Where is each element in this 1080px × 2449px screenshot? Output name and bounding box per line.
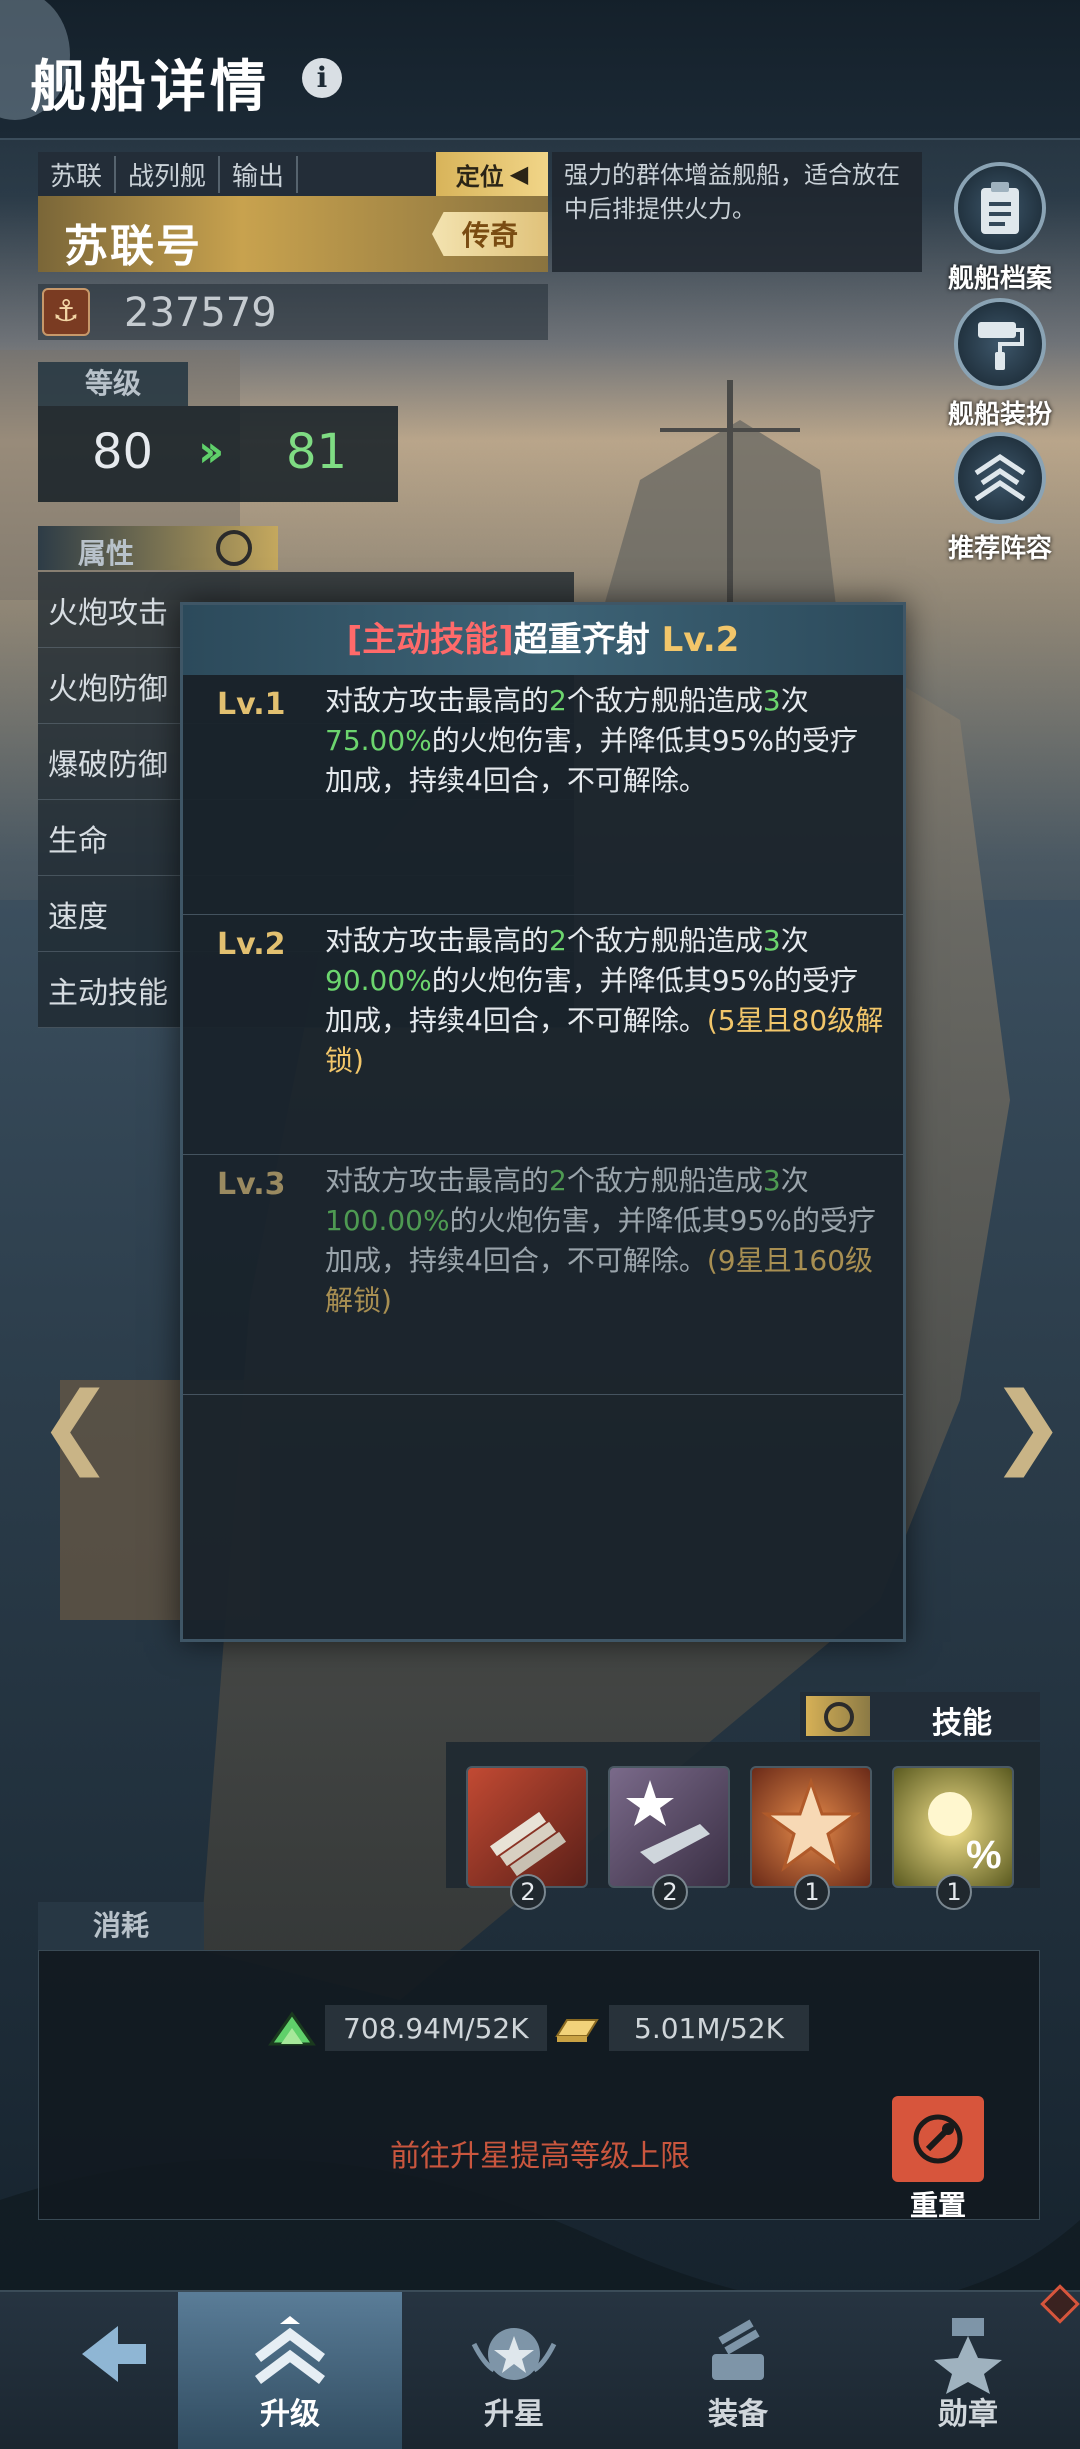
svg-text:%: % <box>966 1833 1002 1877</box>
turret-icon <box>712 2319 764 2380</box>
skill-count: 1 <box>936 1874 972 1910</box>
skill-count: 2 <box>510 1874 546 1910</box>
double-chevron-right-icon: ›› <box>198 426 224 477</box>
paint-roller-icon <box>954 298 1046 390</box>
page-title: 舰船详情 <box>30 55 270 120</box>
locate-label: 定位 <box>455 162 504 191</box>
power-value: 237579 <box>124 290 277 336</box>
level-label: Lv.2 <box>217 927 286 962</box>
class-tag: 战列舰 <box>116 155 221 193</box>
reset-button[interactable]: 重置 <box>878 2096 998 2224</box>
fleet-icon <box>954 432 1046 524</box>
level-description: 对敌方攻击最高的2个敌方舰船造成3次90.00%的火炮伤害，并降低其95%的受疗… <box>325 924 884 1077</box>
skill-slot-battleship-star[interactable]: 2 <box>608 1766 730 1910</box>
header-bar: 舰船详情 i <box>0 0 1080 140</box>
nav-star-up-label: 升星 <box>484 2397 544 2432</box>
ship-archive-button[interactable]: 舰船档案 <box>940 162 1060 295</box>
skill-slot-artillery[interactable]: 2 <box>466 1766 588 1910</box>
back-arrow-icon <box>82 2326 146 2382</box>
skills-header: 技能 <box>800 1692 1040 1741</box>
skills-box: 2 2 1 % 1 <box>446 1742 1040 1910</box>
level-next: 81 <box>286 424 348 480</box>
star-burst-icon <box>761 1777 861 1872</box>
recommended-lineup-button[interactable]: 推荐阵容 <box>940 432 1060 565</box>
nav-medal[interactable]: 勋章 <box>856 2292 1080 2449</box>
gold-cost-value: 5.01M/52K <box>609 2005 809 2051</box>
gold-bar-icon <box>555 2019 599 2042</box>
star-wings-icon <box>471 2328 557 2380</box>
nav-equipment[interactable]: 装备 <box>626 2292 850 2449</box>
nav-upgrade[interactable]: 升级 <box>178 2292 402 2449</box>
consumption-label: 消耗 <box>38 1902 204 1950</box>
artillery-icon <box>489 1811 567 1877</box>
level-description: 对敌方攻击最高的2个敌方舰船造成3次75.00%的火炮伤害，并降低其95%的受疗… <box>325 684 859 797</box>
bottom-nav: 升级 升星 装备 勋章 <box>0 2290 1080 2449</box>
ship-description: 强力的群体增益舰船，适合放在中后排提供火力。 <box>552 152 922 272</box>
level-description: 对敌方攻击最高的2个敌方舰船造成3次100.00%的火炮伤害，并降低其95%的受… <box>325 1164 876 1317</box>
info-icon[interactable]: i <box>302 58 342 98</box>
exp-arrow-icon <box>268 2011 316 2046</box>
battleship-star-icon <box>626 1780 710 1864</box>
level-current: 80 <box>92 424 154 480</box>
recommended-lineup-label: 推荐阵容 <box>947 534 1052 564</box>
gold-cost: 5.01M/52K <box>551 2003 809 2053</box>
nav-medal-label: 勋章 <box>938 2397 998 2432</box>
skill-slot-star-burst[interactable]: 1 <box>750 1766 872 1910</box>
level-label: Lv.1 <box>217 687 286 722</box>
popup-title: [主动技能]超重齐射 Lv.2 <box>183 605 903 675</box>
skill-level-3: Lv.3 对敌方攻击最高的2个敌方舰船造成3次100.00%的火炮伤害，并降低其… <box>183 1155 903 1395</box>
skill-count: 1 <box>794 1874 830 1910</box>
skill-count: 2 <box>652 1874 688 1910</box>
skills-label: 技能 <box>932 1706 992 1741</box>
skill-name: 超重齐射 <box>513 620 650 660</box>
ship-skin-button[interactable]: 舰船装扮 <box>940 298 1060 431</box>
anchor-icon: ⚓ <box>42 288 90 336</box>
ship-archive-label: 舰船档案 <box>947 264 1052 294</box>
ship-skin-label: 舰船装扮 <box>947 400 1052 430</box>
attributes-header: 属性 <box>38 526 278 570</box>
power-row: ⚓ 237579 <box>38 284 548 340</box>
search-icon[interactable] <box>216 530 252 566</box>
level-box: 80 ›› 81 <box>38 406 398 502</box>
caret-left-icon: ◀ <box>509 160 529 188</box>
nav-equipment-label: 装备 <box>708 2397 768 2432</box>
next-ship-arrow-icon[interactable]: ❯ <box>990 1376 1065 1476</box>
skill-detail-popup: [主动技能]超重齐射 Lv.2 Lv.1 对敌方攻击最高的2个敌方舰船造成3次7… <box>180 602 906 1642</box>
percent-burst-icon: % <box>928 1792 1002 1877</box>
skill-level-1: Lv.1 对敌方攻击最高的2个敌方舰船造成3次75.00%的火炮伤害，并降低其9… <box>183 675 903 915</box>
clipboard-icon <box>954 162 1046 254</box>
reset-label: 重置 <box>909 2189 966 2222</box>
medal-icon <box>934 2318 1002 2394</box>
wrench-reset-icon <box>892 2096 984 2182</box>
skill-level-2: Lv.2 对敌方攻击最高的2个敌方舰船造成3次90.00%的火炮伤害，并降低其9… <box>183 915 903 1155</box>
previous-ship-arrow-icon[interactable]: ❮ <box>38 1376 113 1476</box>
attributes-label: 属性 <box>78 537 135 570</box>
chevron-up-icon <box>255 2316 325 2384</box>
skill-level: Lv.2 <box>661 620 740 660</box>
skill-type-tag: [主动技能] <box>346 620 514 660</box>
nav-upgrade-label: 升级 <box>260 2397 320 2432</box>
skills-search-icon[interactable] <box>806 1696 870 1736</box>
rarity-badge: 传奇 <box>432 212 548 256</box>
nav-star-up[interactable]: 升星 <box>402 2292 626 2449</box>
role-tag: 输出 <box>220 155 299 193</box>
locate-button[interactable]: 定位 ◀ <box>436 152 548 196</box>
exp-cost-value: 708.94M/52K <box>325 2005 547 2051</box>
nation-tag: 苏联 <box>38 155 117 193</box>
level-label: 等级 <box>38 362 188 406</box>
skill-slot-percent-burst[interactable]: % 1 <box>892 1766 1014 1910</box>
exp-cost: 708.94M/52K <box>267 2003 547 2053</box>
ship-name: 苏联号 <box>64 221 202 272</box>
level-label: Lv.3 <box>217 1167 286 1202</box>
